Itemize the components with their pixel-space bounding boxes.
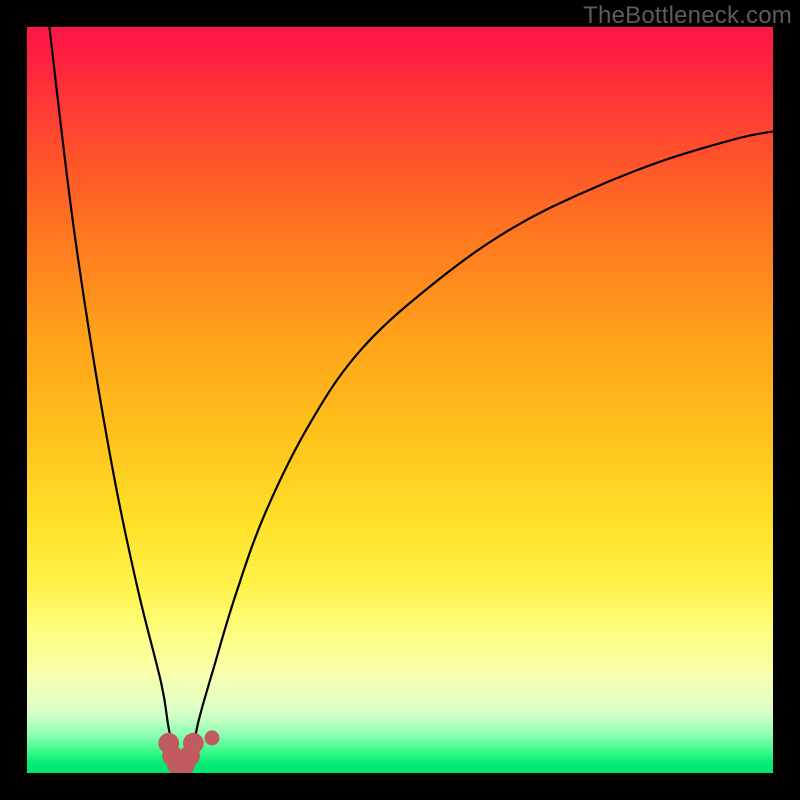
right-curve bbox=[184, 131, 773, 769]
gradient-plot-area bbox=[27, 27, 773, 773]
chart-frame: TheBottleneck.com bbox=[0, 0, 800, 800]
left-curve bbox=[49, 27, 183, 769]
marker-dot bbox=[183, 733, 204, 754]
curves-svg bbox=[27, 27, 773, 773]
watermark-text: TheBottleneck.com bbox=[583, 2, 792, 30]
marker-dot bbox=[205, 730, 220, 745]
optimum-markers bbox=[158, 730, 219, 773]
